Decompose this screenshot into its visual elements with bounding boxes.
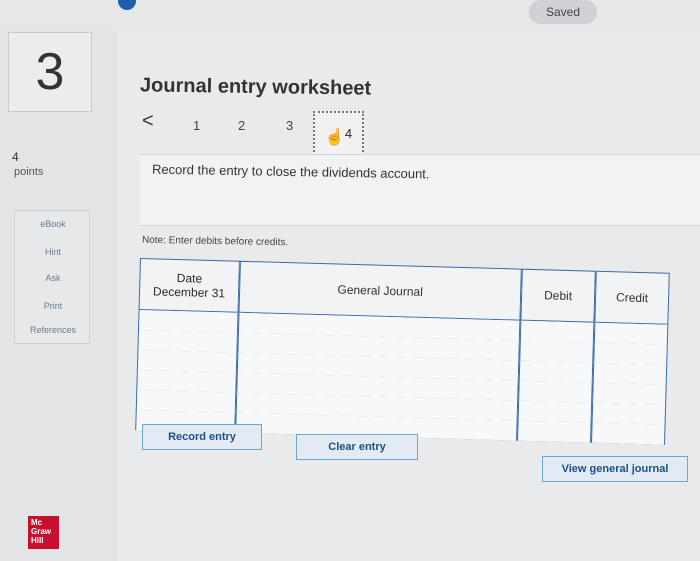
clear-entry-button[interactable]: Clear entry	[296, 434, 418, 460]
points-label: points	[14, 166, 44, 178]
page-tab-3[interactable]: 3	[286, 118, 293, 133]
page-tab-4[interactable]: ☝ 4	[313, 111, 364, 156]
credit-input[interactable]	[592, 362, 668, 385]
record-entry-button[interactable]: Record entry	[142, 424, 262, 450]
debit-input[interactable]	[518, 380, 593, 403]
top-bar: Saved	[0, 0, 700, 30]
points-value: 4	[12, 150, 19, 164]
credit-header-label: Credit	[615, 290, 649, 306]
worksheet-title: Journal entry worksheet	[139, 74, 372, 100]
date-value: December 31	[152, 284, 226, 301]
previous-arrow-icon[interactable]: <	[142, 110, 154, 133]
credit-input[interactable]	[593, 342, 668, 365]
date-input[interactable]	[136, 349, 238, 373]
credit-input[interactable]	[591, 422, 666, 445]
info-icon[interactable]	[118, 0, 136, 10]
references-link[interactable]: References	[15, 325, 91, 335]
credit-input[interactable]	[593, 322, 669, 345]
page-tab-1[interactable]: 1	[193, 118, 200, 133]
ebook-link[interactable]: eBook	[15, 219, 91, 229]
account-header[interactable]: General Journal	[238, 260, 522, 321]
date-header-cell: Date December 31	[138, 258, 240, 313]
hand-cursor-icon: ☝	[324, 128, 345, 146]
account-header-label: General Journal	[337, 282, 424, 299]
question-number: 3	[8, 32, 92, 112]
date-header: Date	[176, 271, 203, 286]
debit-input[interactable]	[517, 420, 592, 443]
saved-status-badge: Saved	[529, 0, 597, 24]
credit-input[interactable]	[591, 402, 667, 425]
date-input[interactable]	[137, 309, 239, 333]
view-general-journal-button[interactable]: View general journal	[542, 456, 688, 482]
mcgraw-hill-logo: Mc Graw Hill	[28, 516, 59, 549]
print-link[interactable]: Print	[15, 301, 91, 311]
debit-input[interactable]	[517, 400, 593, 423]
debit-header[interactable]: Debit	[520, 268, 596, 323]
debit-input[interactable]	[519, 340, 594, 363]
date-input[interactable]	[137, 329, 238, 353]
date-input[interactable]	[135, 389, 237, 413]
page-tab-2[interactable]: 2	[238, 118, 245, 133]
hint-link[interactable]: Hint	[15, 247, 91, 257]
debit-input[interactable]	[519, 320, 595, 343]
debit-input[interactable]	[518, 360, 594, 383]
date-input[interactable]	[136, 369, 237, 393]
credit-header[interactable]: Credit	[594, 270, 670, 325]
ask-link[interactable]: Ask	[15, 273, 91, 283]
debit-header-label: Debit	[543, 288, 573, 304]
page-tab-4-label: 4	[344, 126, 353, 141]
resource-links: eBook Hint Ask Print References	[14, 210, 90, 344]
credit-input[interactable]	[592, 382, 667, 405]
